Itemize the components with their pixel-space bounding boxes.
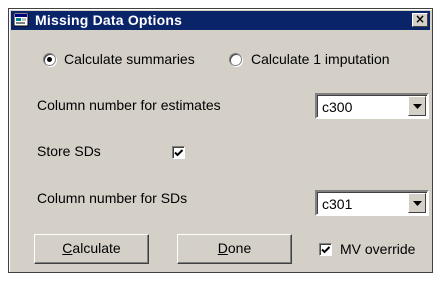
checkmark-icon xyxy=(321,246,331,254)
store-sds-label: Store SDs xyxy=(37,143,101,159)
close-icon[interactable]: × xyxy=(412,13,428,27)
store-sds-checkbox[interactable] xyxy=(172,146,185,159)
calculate-button[interactable]: Calculate xyxy=(34,234,149,264)
calculate-mnemonic: C xyxy=(62,240,73,256)
sds-column-label: Column number for SDs xyxy=(37,190,188,206)
calculate-summaries-radio[interactable] xyxy=(43,53,56,66)
done-label: one xyxy=(227,240,252,256)
calculate-summaries-label[interactable]: Calculate summaries xyxy=(64,51,195,67)
calculate-imputation-radio[interactable] xyxy=(229,53,242,66)
chevron-down-icon[interactable] xyxy=(408,96,426,116)
chevron-down-icon[interactable] xyxy=(408,193,426,213)
estimates-column-label: Column number for estimates xyxy=(37,97,221,113)
estimates-column-select[interactable]: c300 xyxy=(315,93,429,119)
estimates-column-value: c300 xyxy=(322,99,353,115)
mv-override-label[interactable]: MV override xyxy=(340,241,415,257)
calculate-imputation-label[interactable]: Calculate 1 imputation xyxy=(251,51,390,67)
radio-selected-dot xyxy=(47,57,52,62)
mv-override-checkbox[interactable] xyxy=(319,243,332,256)
window-title: Missing Data Options xyxy=(35,12,183,28)
checkmark-icon xyxy=(174,149,184,157)
sds-column-select[interactable]: c301 xyxy=(315,190,429,216)
done-mnemonic: D xyxy=(217,240,228,256)
done-button[interactable]: Done xyxy=(177,234,292,264)
app-icon xyxy=(13,12,30,28)
title-bar[interactable]: Missing Data Options × xyxy=(11,11,430,30)
missing-data-options-dialog: Missing Data Options × Calculate summari… xyxy=(8,8,433,273)
calculate-label: alculate xyxy=(72,240,121,256)
sds-column-value: c301 xyxy=(322,196,353,212)
